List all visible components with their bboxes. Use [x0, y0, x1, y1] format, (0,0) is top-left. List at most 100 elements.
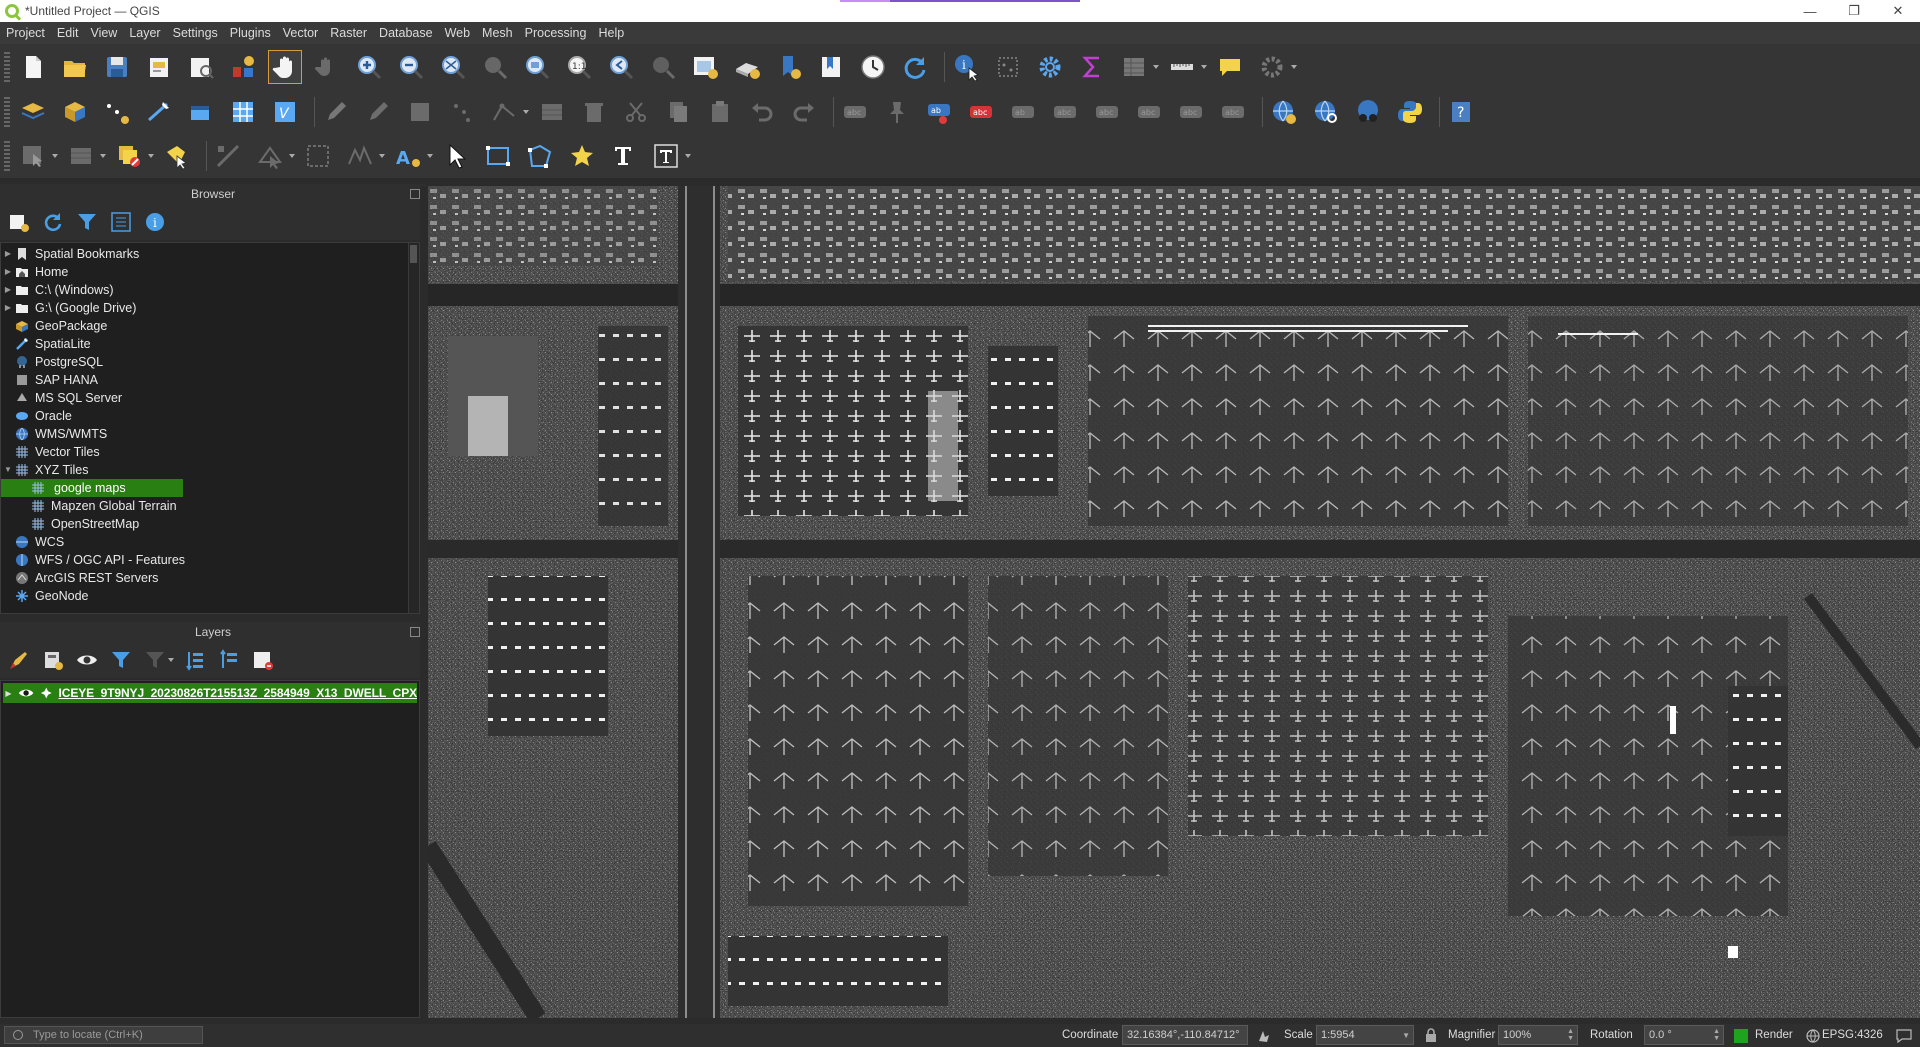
- zoom-to-layer-button[interactable]: [520, 50, 554, 84]
- refresh-browser-button[interactable]: [38, 207, 68, 237]
- menu-settings[interactable]: Settings: [167, 22, 224, 44]
- zoom-full-button[interactable]: [436, 50, 470, 84]
- locator-search-input[interactable]: Type to locate (Ctrl+K): [4, 1026, 203, 1044]
- toolbar-grip[interactable]: [4, 52, 10, 82]
- create-text-annotation-button[interactable]: [607, 139, 641, 173]
- crs-button[interactable]: EPSG:4326: [1822, 1026, 1883, 1044]
- delete-selected-button[interactable]: [577, 95, 611, 129]
- chevron-right-icon[interactable]: ▶: [1, 263, 15, 281]
- cut-features-button[interactable]: [619, 95, 653, 129]
- options-button[interactable]: [1033, 50, 1067, 84]
- browser-child-item[interactable]: Mapzen Global Terrain: [1, 497, 419, 515]
- show-hide-labels-button[interactable]: ab: [1006, 95, 1040, 129]
- rotate-label-button[interactable]: abc: [1090, 95, 1124, 129]
- zoom-next-button[interactable]: [646, 50, 680, 84]
- digitize-point-button[interactable]: [100, 95, 134, 129]
- toggle-editing-button[interactable]: [361, 95, 395, 129]
- select-features-button[interactable]: [991, 50, 1025, 84]
- filter-legend-button[interactable]: [106, 645, 136, 675]
- vertex-dropdown-icon[interactable]: [523, 110, 529, 114]
- browser-item[interactable]: WCS: [1, 533, 419, 551]
- coordinate-field[interactable]: 32.16384°,-110.84712°: [1122, 1025, 1248, 1045]
- gear-dropdown-icon[interactable]: [1291, 65, 1297, 69]
- filter-browser-button[interactable]: [72, 207, 102, 237]
- zoom-last-button[interactable]: [604, 50, 638, 84]
- toolbar-grip[interactable]: [4, 141, 10, 171]
- data-source-manager-button[interactable]: [16, 95, 50, 129]
- browser-item[interactable]: SpatiaLite: [1, 335, 419, 353]
- browser-item[interactable]: ArcGIS REST Servers: [1, 569, 419, 587]
- globe-crs-icon[interactable]: [1806, 1029, 1820, 1043]
- label-properties-button[interactable]: abc: [1174, 95, 1208, 129]
- measure-line-button[interactable]: [1165, 50, 1199, 84]
- annotation-dropdown-icon[interactable]: [427, 154, 433, 158]
- chevron-down-icon[interactable]: ▼: [1, 461, 15, 479]
- redo-button[interactable]: [787, 95, 821, 129]
- cursor-select-button[interactable]: [439, 139, 473, 173]
- deselect-all-button[interactable]: [112, 139, 146, 173]
- layer-name[interactable]: ICEYE_9T9NYJ_20230826T215513Z_2584949_X1…: [59, 686, 418, 700]
- deselect-dropdown-icon[interactable]: [148, 154, 154, 158]
- browser-scrollbar[interactable]: [408, 243, 419, 613]
- map-tips-button[interactable]: [1213, 50, 1247, 84]
- label-callout-button[interactable]: abc: [1216, 95, 1250, 129]
- menu-database[interactable]: Database: [373, 22, 439, 44]
- menu-processing[interactable]: Processing: [519, 22, 593, 44]
- menu-raster[interactable]: Raster: [324, 22, 373, 44]
- new-map-view-button[interactable]: [688, 50, 722, 84]
- browser-child-item[interactable]: OpenStreetMap: [1, 515, 419, 533]
- new-project-button[interactable]: [16, 50, 50, 84]
- chevron-right-icon[interactable]: ▶: [1, 299, 15, 317]
- collapse-all-layers-button[interactable]: [214, 645, 244, 675]
- add-wcs-layer-button[interactable]: [1309, 95, 1343, 129]
- browser-item[interactable]: ▶ C:\ (Windows): [1, 281, 419, 299]
- map-canvas[interactable]: [428, 186, 1920, 1018]
- help-button[interactable]: ?: [1444, 95, 1478, 129]
- digitize-shape-button[interactable]: [253, 139, 287, 173]
- style-manager-button[interactable]: [226, 50, 260, 84]
- browser-item[interactable]: WMS/WMTS: [1, 425, 419, 443]
- spinbox-arrows-icon[interactable]: ▲ ▼: [1713, 1028, 1720, 1042]
- undock-icon[interactable]: [410, 627, 420, 637]
- modify-attributes-button[interactable]: [535, 95, 569, 129]
- browser-child-item[interactable]: google maps: [1, 479, 419, 497]
- browser-item[interactable]: PostgreSQL: [1, 353, 419, 371]
- rotation-spinbox[interactable]: 0.0 ° ▲ ▼: [1644, 1025, 1724, 1045]
- shape-dropdown-icon[interactable]: [289, 154, 295, 158]
- paste-features-button[interactable]: [703, 95, 737, 129]
- scrollbar-thumb[interactable]: [410, 245, 417, 263]
- copy-features-button[interactable]: [661, 95, 695, 129]
- move-label-button[interactable]: abc: [1048, 95, 1082, 129]
- create-line-annotation-button[interactable]: [481, 139, 515, 173]
- new-3d-map-view-button[interactable]: [730, 50, 764, 84]
- new-temporary-layer-button[interactable]: [184, 95, 218, 129]
- pan-to-selection-button[interactable]: [310, 50, 344, 84]
- zoom-to-selection-button[interactable]: [478, 50, 512, 84]
- layout-manager-button[interactable]: [184, 50, 218, 84]
- digitize-line-button[interactable]: [142, 95, 176, 129]
- expand-arrow-icon[interactable]: ▶: [3, 689, 14, 698]
- browser-item[interactable]: Vector Tiles: [1, 443, 419, 461]
- toggle-extents-icon[interactable]: [1256, 1028, 1272, 1044]
- eye-visible-icon[interactable]: [18, 686, 34, 700]
- messages-icon[interactable]: [1896, 1029, 1912, 1043]
- minimize-button[interactable]: —: [1788, 0, 1832, 22]
- browser-item[interactable]: GeoPackage: [1, 317, 419, 335]
- new-virtual-layer-button[interactable]: [226, 95, 260, 129]
- scale-combobox[interactable]: 1:5954 ▼: [1316, 1025, 1414, 1045]
- temporal-controller-button[interactable]: [856, 50, 890, 84]
- show-spatial-bookmarks-button[interactable]: [814, 50, 848, 84]
- menu-layer[interactable]: Layer: [123, 22, 166, 44]
- annotation-text-button[interactable]: A: [391, 139, 425, 173]
- restore-button[interactable]: ❐: [1832, 0, 1876, 22]
- render-checkbox[interactable]: [1734, 1029, 1748, 1043]
- new-spatial-bookmark-button[interactable]: [772, 50, 806, 84]
- toolbar-grip[interactable]: [4, 97, 10, 127]
- zoom-out-button[interactable]: [394, 50, 428, 84]
- select-by-location-button[interactable]: [160, 139, 194, 173]
- create-marker-annotation-button[interactable]: [565, 139, 599, 173]
- pan-map-button[interactable]: [268, 50, 302, 84]
- browser-item[interactable]: WFS / OGC API - Features: [1, 551, 419, 569]
- measure-dropdown-icon[interactable]: [1201, 65, 1207, 69]
- vertex-tool-button[interactable]: [487, 95, 521, 129]
